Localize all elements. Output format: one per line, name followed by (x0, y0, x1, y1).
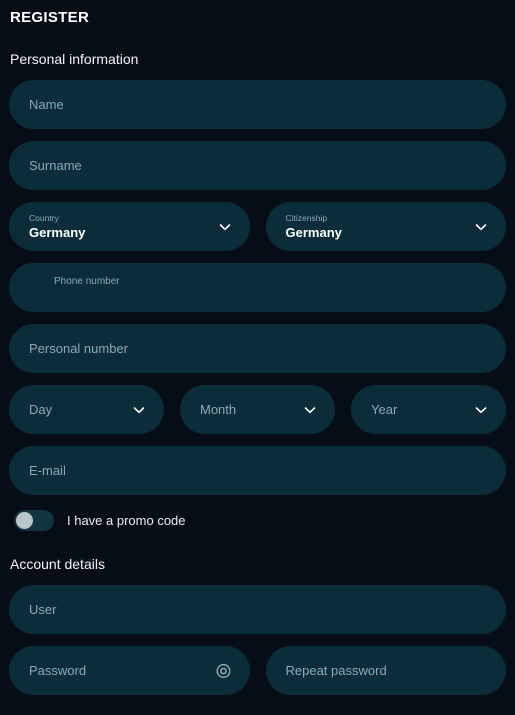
account-details-fields: User Password Repeat password (9, 585, 506, 695)
surname-input[interactable]: Surname (9, 141, 506, 190)
promo-code-row: I have a promo code (9, 510, 506, 531)
personal-number-placeholder: Personal number (29, 340, 128, 356)
toggle-knob (16, 512, 33, 529)
repeat-password-placeholder: Repeat password (285, 662, 387, 678)
chevron-down-icon (303, 403, 317, 417)
year-select[interactable]: Year (351, 385, 506, 434)
personal-number-row: Personal number (9, 324, 506, 373)
citizenship-select[interactable]: Citizenship Germany (265, 202, 506, 251)
page-title: REGISTER (10, 9, 90, 26)
month-select[interactable]: Month (180, 385, 335, 434)
country-select[interactable]: Country Germany (9, 202, 250, 251)
password-input[interactable]: Password (9, 646, 250, 695)
year-placeholder: Year (371, 401, 398, 417)
chevron-down-icon (218, 220, 232, 234)
citizenship-value: Germany (285, 224, 342, 240)
chevron-down-icon (132, 403, 146, 417)
citizenship-label: Citizenship (285, 212, 328, 223)
email-input[interactable]: E-mail (9, 446, 506, 495)
surname-row: Surname (9, 141, 506, 190)
eye-icon[interactable] (215, 662, 232, 679)
phone-number-label: Phone number (54, 276, 120, 287)
register-page: REGISTER Personal information Name Surna… (0, 0, 515, 715)
promo-code-label: I have a promo code (67, 512, 186, 528)
chevron-down-icon (474, 220, 488, 234)
country-citizenship-row: Country Germany Citizenship Germany (9, 202, 506, 251)
password-placeholder: Password (29, 662, 87, 678)
country-label: Country (29, 212, 59, 223)
user-placeholder: User (29, 601, 57, 617)
month-placeholder: Month (200, 401, 237, 417)
email-row: E-mail (9, 446, 506, 495)
name-input[interactable]: Name (9, 80, 506, 129)
day-placeholder: Day (29, 401, 53, 417)
name-placeholder: Name (29, 96, 64, 112)
day-select[interactable]: Day (9, 385, 164, 434)
chevron-down-icon (474, 403, 488, 417)
name-row: Name (9, 80, 506, 129)
phone-row: Phone number (9, 263, 506, 312)
section-heading-personal-information: Personal information (10, 51, 139, 67)
user-row: User (9, 585, 506, 634)
personal-number-input[interactable]: Personal number (9, 324, 506, 373)
repeat-password-input[interactable]: Repeat password (265, 646, 506, 695)
password-row: Password Repeat password (9, 646, 506, 695)
promo-code-toggle[interactable] (14, 510, 54, 531)
surname-placeholder: Surname (29, 157, 82, 173)
email-placeholder: E-mail (29, 462, 66, 478)
birthdate-row: Day Month Year (9, 385, 506, 434)
phone-number-input[interactable]: Phone number (9, 263, 506, 312)
personal-information-fields: Name Surname Country Germany Citizenship… (9, 80, 506, 495)
user-input[interactable]: User (9, 585, 506, 634)
section-heading-account-details: Account details (10, 556, 105, 572)
country-value: Germany (29, 224, 86, 240)
